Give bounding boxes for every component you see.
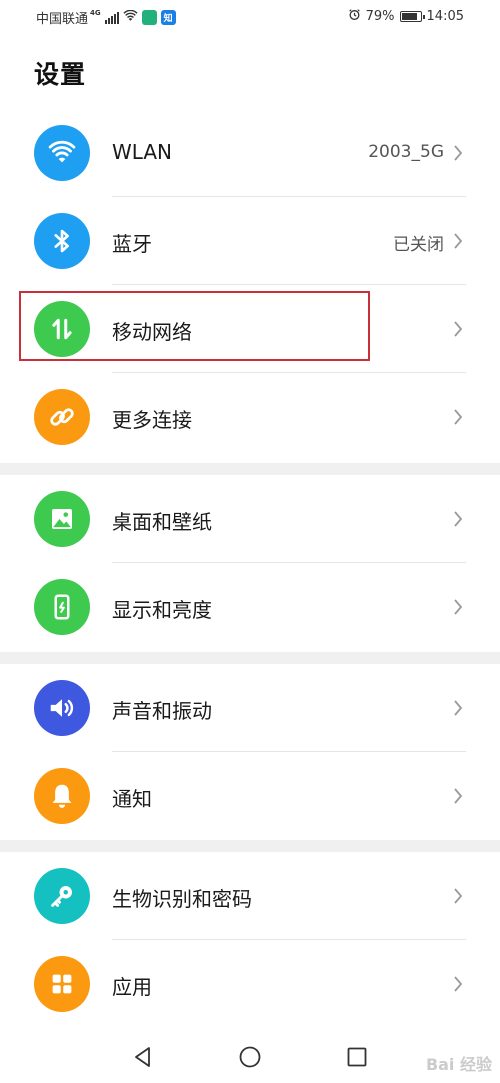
page-title: 设置 <box>34 60 87 89</box>
chevron-right-icon <box>454 145 463 161</box>
highlight-box <box>19 291 370 361</box>
settings-item-label: 蓝牙 <box>112 232 152 256</box>
settings-item-sound[interactable]: 声音和振动 <box>0 664 500 752</box>
settings-item-notifications[interactable]: 通知 <box>0 752 500 840</box>
wallpaper-icon <box>34 491 90 547</box>
chevron-right-icon <box>454 233 463 249</box>
chevron-right-icon <box>454 976 463 992</box>
section-gap <box>0 463 500 475</box>
wifi-status-icon <box>123 9 138 26</box>
clock-time: 14:05 <box>426 9 464 24</box>
settings-item-label: 通知 <box>112 787 152 811</box>
settings-item-wallpaper[interactable]: 桌面和壁纸 <box>0 475 500 563</box>
settings-item-label: 生物识别和密码 <box>112 887 252 911</box>
settings-item-display[interactable]: 显示和亮度 <box>0 563 500 651</box>
apps-icon <box>34 956 90 1012</box>
chevron-right-icon <box>454 321 463 337</box>
carrier-name: 中国联通 <box>36 12 89 27</box>
bluetooth-icon <box>34 213 90 269</box>
bell-icon <box>34 768 90 824</box>
alarm-icon <box>348 8 361 25</box>
settings-item-label: WLAN <box>112 140 173 164</box>
settings-item-label: 更多连接 <box>112 408 192 432</box>
status-right: 79% 14:05 <box>348 8 464 25</box>
settings-item-bluetooth[interactable]: 蓝牙 已关闭 <box>0 197 500 285</box>
display-icon <box>34 579 90 635</box>
sound-icon <box>34 680 90 736</box>
chevron-right-icon <box>454 409 463 425</box>
chevron-right-icon <box>454 700 463 716</box>
settings-item-label: 桌面和壁纸 <box>112 510 212 534</box>
settings-item-value: 已关闭 <box>393 235 444 255</box>
battery-icon <box>399 11 425 22</box>
network-type: 4G <box>90 8 101 17</box>
battery-percent: 79% <box>365 9 395 24</box>
settings-item-value: 2003_5G <box>368 142 444 162</box>
settings-item-biometrics[interactable]: 生物识别和密码 <box>0 852 500 940</box>
settings-item-label: 声音和振动 <box>112 699 212 723</box>
recents-icon[interactable] <box>345 1045 369 1069</box>
status-bar: 中国联通 4G 知 79% 14:05 <box>0 0 500 36</box>
wifi-icon <box>34 125 90 181</box>
app-badge-icon <box>141 10 157 25</box>
signal-icon <box>104 11 119 24</box>
settings-item-wlan[interactable]: WLAN 2003_5G <box>0 109 500 197</box>
link-icon <box>34 389 90 445</box>
zhihu-badge-icon: 知 <box>160 10 176 25</box>
chevron-right-icon <box>454 511 463 527</box>
home-icon[interactable] <box>238 1045 262 1069</box>
status-left: 中国联通 4G 知 <box>36 8 176 27</box>
settings-item-apps[interactable]: 应用 <box>0 940 500 1028</box>
settings-item-more-connections[interactable]: 更多连接 <box>0 373 500 461</box>
chevron-right-icon <box>454 599 463 615</box>
back-icon[interactable] <box>131 1045 155 1069</box>
section-gap <box>0 652 500 664</box>
watermark: Bai 经验 <box>425 1055 492 1074</box>
key-icon <box>34 868 90 924</box>
chevron-right-icon <box>454 788 463 804</box>
chevron-right-icon <box>454 888 463 904</box>
settings-item-label: 显示和亮度 <box>112 598 212 622</box>
section-gap <box>0 840 500 852</box>
settings-item-label: 应用 <box>112 975 152 999</box>
